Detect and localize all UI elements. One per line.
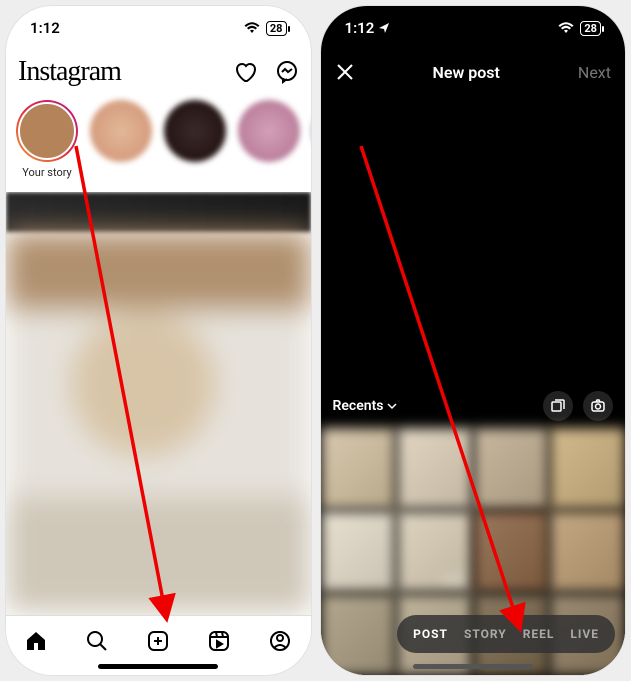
home-indicator: [413, 664, 533, 669]
status-bar: 1:12 28: [321, 6, 626, 50]
search-icon[interactable]: [85, 629, 109, 653]
status-bar: 1:12 28: [6, 6, 311, 50]
stories-tray[interactable]: Your story: [6, 94, 311, 192]
gallery-thumb[interactable]: [321, 428, 396, 509]
post-image[interactable]: [6, 232, 311, 612]
mode-live[interactable]: LIVE: [570, 627, 599, 641]
messenger-icon[interactable]: [275, 60, 299, 84]
page-title: New post: [433, 63, 500, 82]
mode-story[interactable]: STORY: [464, 627, 507, 641]
gallery-thumb[interactable]: [397, 428, 472, 509]
location-icon: [378, 22, 390, 34]
album-selector[interactable]: Recents: [333, 398, 398, 414]
story-item[interactable]: [238, 100, 300, 192]
phone-feed: 1:12 28 Instagram Your st: [6, 6, 311, 675]
close-icon[interactable]: [335, 62, 355, 82]
battery-icon: 28: [266, 21, 287, 36]
mode-selector[interactable]: POST STORY REEL LIVE: [397, 615, 615, 653]
gallery-thumb[interactable]: 0:07: [397, 511, 472, 592]
instagram-logo: Instagram: [18, 56, 121, 88]
mode-post[interactable]: POST: [413, 627, 448, 641]
story-item[interactable]: [164, 100, 226, 192]
feed[interactable]: [6, 192, 311, 615]
status-time: 1:12: [345, 19, 375, 37]
gallery-thumb[interactable]: [550, 428, 625, 509]
gallery-thumb[interactable]: [321, 511, 396, 592]
picker-toolbar: Recents: [321, 384, 626, 428]
wifi-icon: [244, 22, 260, 34]
story-item[interactable]: [90, 100, 152, 192]
mode-reel[interactable]: REEL: [523, 627, 555, 641]
home-icon[interactable]: [24, 629, 48, 653]
status-right: 28: [244, 21, 287, 36]
preview-area[interactable]: [321, 94, 626, 384]
gallery-thumb[interactable]: [321, 594, 396, 675]
camera-icon[interactable]: [583, 391, 613, 421]
gallery-thumb[interactable]: [550, 511, 625, 592]
status-time: 1:12: [30, 19, 60, 37]
post-header[interactable]: [6, 192, 311, 232]
heart-icon[interactable]: [233, 60, 257, 84]
your-story-label: Your story: [22, 166, 72, 179]
chevron-down-icon: [387, 401, 397, 411]
phone-new-post: 1:12 28 New post Next Recents: [321, 6, 626, 675]
video-duration: 0:07: [444, 575, 466, 588]
multi-select-icon[interactable]: [543, 391, 573, 421]
wifi-icon: [558, 22, 574, 34]
battery-icon: 28: [580, 21, 601, 36]
home-indicator: [98, 664, 218, 669]
gallery-thumb[interactable]: [474, 428, 549, 509]
app-header: Instagram: [6, 50, 311, 94]
reels-icon[interactable]: [207, 629, 231, 653]
profile-icon[interactable]: [268, 629, 292, 653]
new-post-icon[interactable]: [146, 629, 170, 653]
status-right: 28: [558, 21, 601, 36]
next-button[interactable]: Next: [578, 63, 611, 82]
new-post-header: New post Next: [321, 50, 626, 94]
your-story[interactable]: Your story: [16, 100, 78, 192]
gallery-thumb[interactable]: [474, 511, 549, 592]
